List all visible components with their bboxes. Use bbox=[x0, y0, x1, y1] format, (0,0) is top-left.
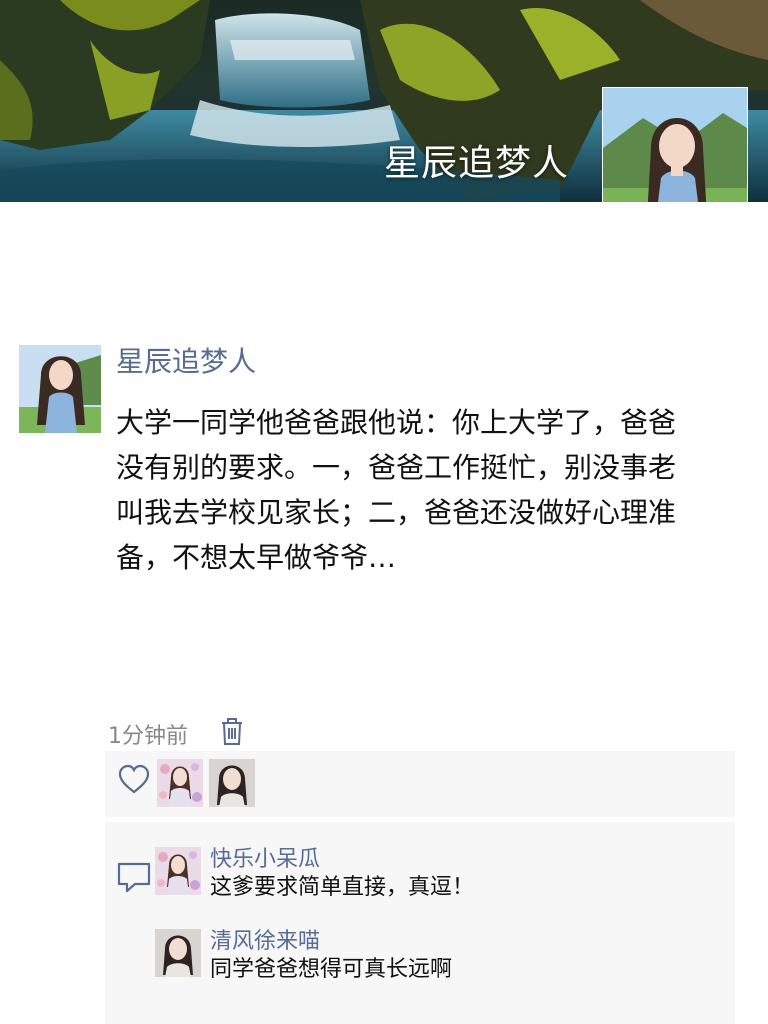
comment-icon[interactable] bbox=[115, 856, 155, 896]
comments-panel: 快乐小呆瓜 这爹要求简单直接，真逗！ 清风徐来喵 同学爸爸想得可真长远啊 bbox=[105, 822, 735, 1024]
comment-avatar[interactable] bbox=[155, 847, 201, 895]
post-content: 大学一同学他爸爸跟他说：你上大学了，爸爸 没有别的要求。一，爸爸工作挺忙，别没事… bbox=[116, 406, 677, 574]
cover-username: 星辰追梦人 bbox=[384, 143, 570, 184]
cover-image[interactable]: 星辰追梦人 bbox=[0, 0, 768, 202]
avatar-girl-portrait bbox=[209, 759, 255, 807]
heart-icon[interactable] bbox=[117, 763, 151, 797]
like-avatar[interactable] bbox=[209, 759, 255, 807]
comment-text: 同学爸爸想得可真长远啊 bbox=[210, 957, 453, 982]
comment-avatar[interactable] bbox=[155, 929, 201, 977]
avatar-girl-portrait bbox=[19, 345, 101, 433]
post-author[interactable]: 星辰追梦人 bbox=[116, 340, 256, 380]
profile-avatar[interactable] bbox=[602, 87, 748, 202]
like-avatar[interactable] bbox=[157, 759, 203, 807]
comment-text: 这爹要求简单直接，真逗！ bbox=[210, 875, 475, 900]
post-avatar[interactable] bbox=[19, 345, 101, 433]
avatar-girl-flowers bbox=[155, 847, 201, 895]
avatar-girl-portrait-large bbox=[603, 88, 747, 202]
likes-panel bbox=[105, 751, 735, 817]
trash-icon[interactable] bbox=[219, 716, 245, 746]
post-timestamp: 1分钟前 bbox=[108, 724, 188, 749]
avatar-girl-flowers bbox=[157, 759, 203, 807]
avatar-girl-portrait bbox=[155, 929, 201, 977]
